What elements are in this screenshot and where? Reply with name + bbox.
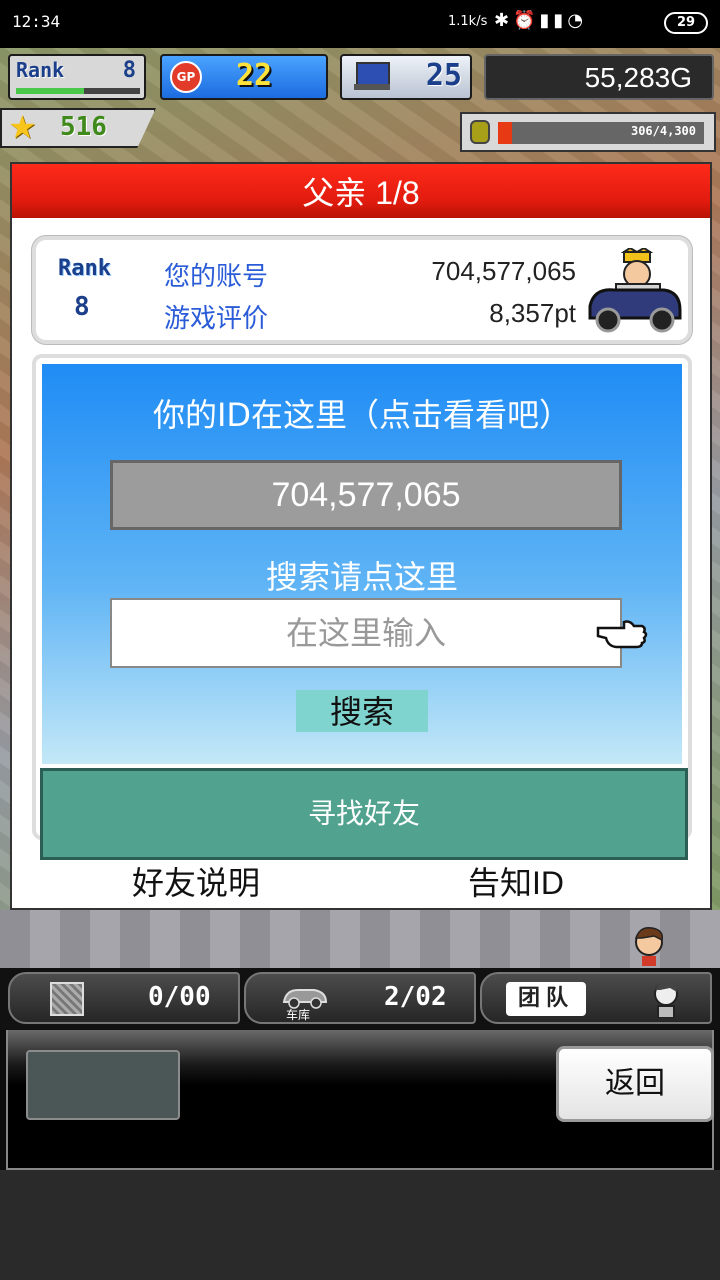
account-card: Rank 8 您的账号 704,577,065 游戏评价 8,357pt <box>32 236 692 344</box>
garage-label: 车库 <box>286 1008 311 1022</box>
star-counter: ★ 516 <box>0 108 156 148</box>
system-nav-area <box>0 1170 720 1280</box>
material-box-icon <box>50 982 84 1016</box>
rank-progress-bar <box>16 88 140 94</box>
materials-count: 0/00 <box>148 982 211 1012</box>
fuel-value: 306/4,300 <box>630 124 696 138</box>
game-road <box>0 910 720 968</box>
id-search-area: 你的ID在这里（点击看看吧） 704,577,065 搜索请点这里 搜索 <box>42 364 682 764</box>
team-member-icon <box>654 981 678 1018</box>
find-friends-button[interactable]: 寻找好友 <box>40 768 688 860</box>
materials-slot[interactable]: 0/00 <box>8 972 240 1024</box>
back-button[interactable]: 返回 <box>556 1046 714 1122</box>
bottom-toolbar: 0/00 车库 2/02 团队 <box>0 968 720 1030</box>
star-value: 516 <box>60 112 107 142</box>
id-heading: 你的ID在这里（点击看看吧） <box>152 396 572 434</box>
search-button[interactable]: 搜索 <box>296 690 428 732</box>
gp-icon: GP <box>170 61 202 93</box>
empty-slot <box>26 1050 180 1120</box>
status-icons: ✱⏰▮▮◔ <box>494 10 587 31</box>
pointing-hand-icon <box>596 620 648 649</box>
signal-icon: ▮ <box>553 10 568 31</box>
rating-value: 8,357pt <box>489 298 576 328</box>
my-id-box[interactable]: 704,577,065 <box>110 460 622 530</box>
alarm-icon: ⏰ <box>513 10 540 31</box>
battery-indicator: 29 <box>664 12 708 34</box>
computer-icon <box>354 62 390 92</box>
search-heading: 搜索请点这里 <box>265 558 458 596</box>
status-time: 12:34 <box>12 12 61 31</box>
car-avatar-icon <box>588 248 682 333</box>
team-label: 团队 <box>506 982 587 1016</box>
garage-count: 2/02 <box>384 982 447 1012</box>
friend-dialog: 父亲 1/8 Rank 8 您的账号 704,577,065 游戏评价 8,35… <box>10 162 712 910</box>
gp-counter[interactable]: GP 22 <box>160 54 328 100</box>
account-rank-value: 8 <box>74 292 90 322</box>
id-search-panel: 你的ID在这里（点击看看吧） 704,577,065 搜索请点这里 搜索 寻找好… <box>32 354 692 860</box>
rank-value: 8 <box>122 58 136 83</box>
bluetooth-icon: ✱ <box>494 10 514 31</box>
computer-value: 25 <box>425 58 462 93</box>
star-icon: ★ <box>8 108 37 146</box>
computer-counter[interactable]: 25 <box>340 54 472 100</box>
garage-slot[interactable]: 车库 2/02 <box>244 972 476 1024</box>
team-slot[interactable]: 团队 <box>480 972 712 1024</box>
money-value: 55,283G <box>584 62 692 93</box>
rating-label: 游戏评价 <box>164 304 269 334</box>
account-value: 704,577,065 <box>431 256 576 286</box>
gp-value: 22 <box>236 58 273 93</box>
fuel-barrel-icon <box>470 120 490 144</box>
bottom-frame: 返回 <box>6 1030 714 1170</box>
staff-person-icon <box>634 926 664 966</box>
account-label: 您的账号 <box>164 262 269 292</box>
hd-signal-icon: ▮ <box>539 10 554 31</box>
friend-id-input[interactable] <box>110 598 622 668</box>
money-display: 55,283G <box>484 54 714 100</box>
share-id-link[interactable]: 告知ID <box>468 858 564 904</box>
rank-indicator[interactable]: Rank 8 <box>8 54 146 100</box>
network-speed: 1.1k/s <box>448 14 488 29</box>
friend-help-link[interactable]: 好友说明 <box>132 858 260 904</box>
account-rank-label: Rank <box>58 256 111 281</box>
rank-label: Rank <box>16 58 65 82</box>
fuel-gauge: 306/4,300 <box>460 112 716 152</box>
dialog-title: 父亲 1/8 <box>12 164 710 218</box>
wifi-icon: ◔ <box>567 10 588 31</box>
bottom-panel: 返回 <box>0 1030 720 1170</box>
status-bar: 12:34 1.1k/s ✱⏰▮▮◔ 29 <box>0 0 720 48</box>
